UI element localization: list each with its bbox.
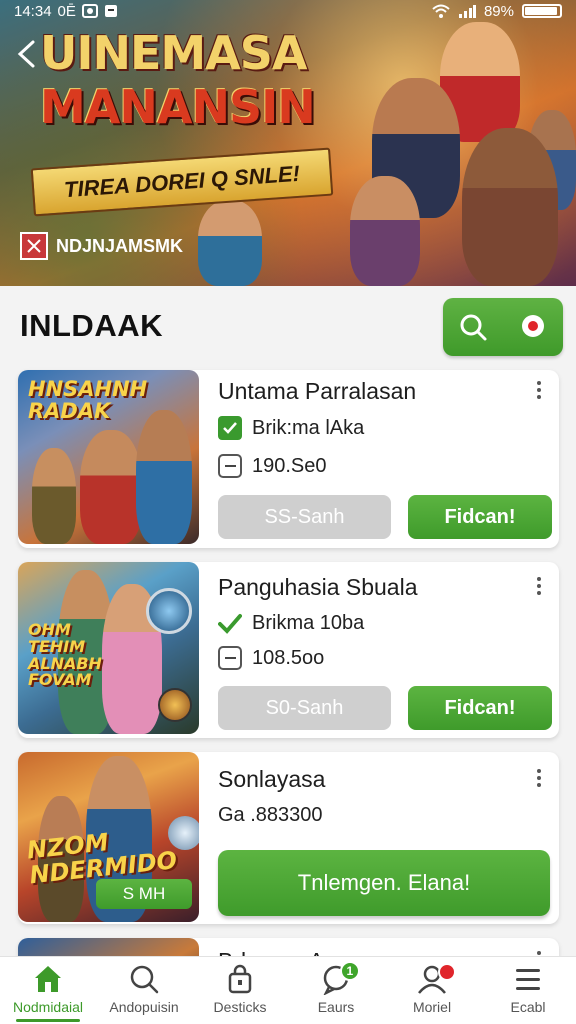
card-price: 108.5oo (252, 646, 325, 669)
thumbnail-title: OHM TEHIM ALNABH FOVAM (28, 620, 102, 690)
thumbnail-character (32, 448, 76, 544)
primary-button[interactable]: Tnlemgen. Elana! (218, 850, 550, 916)
location-pin-icon (522, 315, 544, 337)
card-tag-row: Brik:ma lAka (218, 416, 364, 440)
search-action-group (443, 298, 563, 356)
nav-item-search[interactable]: Andopuisin (96, 957, 192, 1024)
card-price-row: 108.5oo (218, 646, 324, 670)
minus-icon (218, 646, 242, 670)
more-options-button[interactable] (529, 764, 549, 792)
card-title: Panguhasia Sbuala (218, 574, 418, 600)
secondary-button[interactable]: SS-Sanh (218, 495, 391, 539)
nav-label: Ecabl (510, 999, 546, 1015)
nav-item-menu[interactable]: Ecabl (480, 957, 576, 1024)
brand-logo-icon (20, 232, 48, 260)
location-button[interactable] (511, 305, 555, 349)
thumbnail-badge: S MH (96, 879, 192, 909)
battery-percent: 89% (483, 2, 514, 20)
hero-brand: NDJNJAMSMK (20, 232, 183, 260)
card-tag-row: Brikma 10ba (218, 612, 364, 635)
minus-icon (218, 454, 242, 478)
section-title: INLDAAK (20, 308, 163, 343)
menu-icon (516, 969, 540, 990)
search-icon (130, 965, 159, 994)
image-icon (81, 4, 98, 18)
status-time: 14:34 (14, 2, 52, 20)
game-thumbnail[interactable]: OHM TEHIM ALNABH FOVAM (18, 562, 199, 734)
back-button[interactable] (8, 36, 44, 72)
card-price: Ga .883300 (218, 804, 323, 826)
notification-badge: 1 (339, 961, 360, 981)
hero-title: UINEMASA MANANSIN (40, 26, 380, 134)
secondary-button[interactable]: S0-Sanh (218, 686, 391, 730)
nav-item-home[interactable]: Nodmidaial (0, 957, 96, 1024)
card-tag: Brik:ma lAka (252, 416, 365, 439)
bottom-navigation: Nodmidaial Andopuisin Desticks 1 Eaurs M… (0, 956, 576, 1024)
nav-item-eaurs[interactable]: 1 Eaurs (288, 957, 384, 1024)
status-bar: 14:34 0Ē 89% (0, 0, 576, 22)
nav-label: Moriel (412, 999, 452, 1015)
chevron-left-icon (17, 40, 35, 68)
game-card[interactable]: HNSAHNH RADAK Untama Parralasan Brik:ma … (18, 370, 559, 548)
hero-title-line2: MANANSIN (40, 80, 316, 134)
compass-icon (146, 588, 192, 634)
signal-icon (458, 5, 476, 18)
game-card[interactable]: OHM TEHIM ALNABH FOVAM Panguhasia Sbuala… (18, 562, 559, 738)
card-price-row: 190.Se0 (218, 454, 327, 478)
tool-icon (158, 688, 192, 722)
checkmark-icon (218, 613, 242, 634)
hero-banner[interactable]: 14:34 0Ē 89% UINEMASA MANANSIN TIREA DOR… (0, 0, 576, 286)
card-tag: Brikma 10ba (252, 612, 365, 634)
nav-item-desticks[interactable]: Desticks (192, 957, 288, 1024)
battery-icon (522, 4, 562, 18)
notification-icon (104, 5, 117, 17)
nav-label: Nodmidaial (12, 999, 84, 1015)
alert-dot (437, 963, 456, 981)
hero-character (462, 128, 558, 286)
card-price: 190.Se0 (252, 454, 327, 477)
game-card[interactable]: NZOM NDERMIDO S MH Sonlayasa Ga .883300 … (18, 752, 559, 924)
more-options-button[interactable] (529, 376, 549, 404)
home-icon (35, 966, 61, 992)
nav-label: Andopuisin (109, 999, 179, 1015)
status-extra: 0Ē (57, 2, 76, 20)
thumbnail-title: HNSAHNH RADAK (28, 377, 148, 424)
search-icon (460, 314, 487, 341)
search-button[interactable] (451, 305, 495, 349)
wifi-icon (432, 4, 450, 18)
primary-button[interactable]: Fidcan! (408, 686, 552, 730)
thumbnail-character (80, 430, 142, 544)
bag-icon (228, 964, 252, 994)
checkmark-icon (218, 416, 242, 440)
more-options-button[interactable] (529, 572, 549, 600)
nav-item-profile[interactable]: Moriel (384, 957, 480, 1024)
hero-character (198, 200, 262, 286)
nav-label: Eaurs (317, 999, 355, 1015)
primary-button[interactable]: Fidcan! (408, 495, 552, 539)
thumbnail-character (136, 410, 192, 544)
brand-name: NDJNJAMSMK (56, 235, 184, 256)
game-thumbnail[interactable]: NZOM NDERMIDO S MH (18, 752, 199, 922)
hero-character (350, 176, 420, 286)
hero-title-line1: UINEMASA (40, 26, 307, 80)
battery-level (525, 7, 558, 15)
card-title: Untama Parralasan (218, 378, 417, 404)
nav-label: Desticks (213, 999, 267, 1015)
game-thumbnail[interactable]: HNSAHNH RADAK (18, 370, 199, 544)
card-title: Sonlayasa (218, 766, 326, 792)
